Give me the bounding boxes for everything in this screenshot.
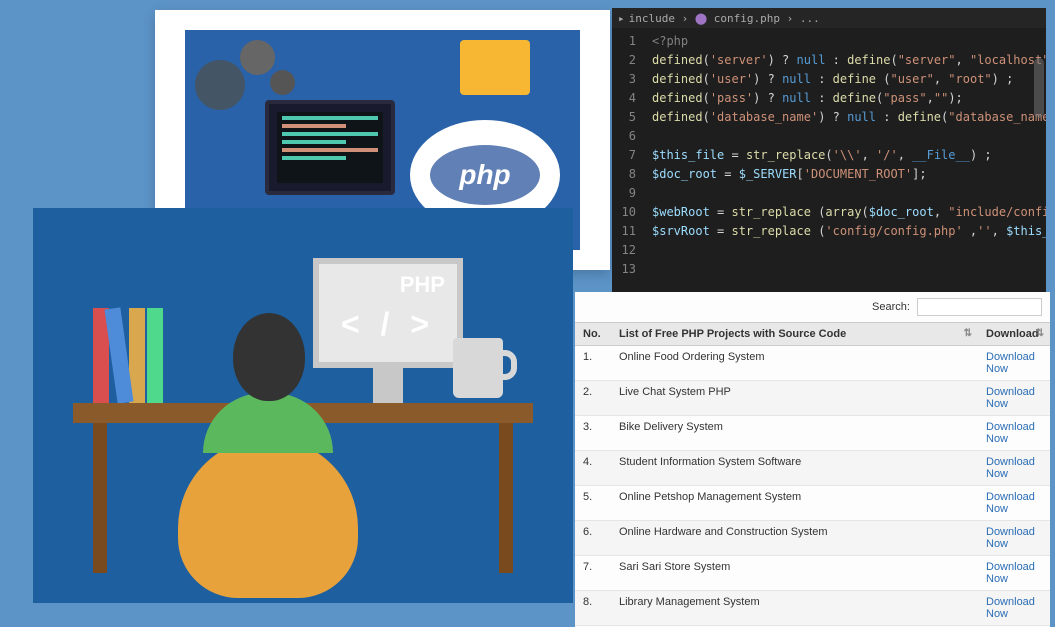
download-link[interactable]: Download Now bbox=[986, 491, 1035, 515]
cell-download: Download Now bbox=[978, 521, 1050, 556]
line-number: 3 bbox=[612, 70, 636, 89]
code-editor[interactable]: ▸ include › ⬤ config.php › ... 123456789… bbox=[612, 8, 1046, 326]
cell-download: Download Now bbox=[978, 346, 1050, 381]
code-line[interactable]: $srvRoot = str_replace ('config/config.p… bbox=[652, 222, 1046, 241]
line-gutter: 12345678910111213 bbox=[612, 28, 644, 326]
monitor-code-symbol: < / > bbox=[319, 306, 457, 343]
code-line[interactable] bbox=[652, 184, 1046, 203]
col-header-no[interactable]: No. bbox=[575, 323, 611, 346]
code-line[interactable] bbox=[652, 241, 1046, 260]
line-number: 11 bbox=[612, 222, 636, 241]
search-label: Search: bbox=[872, 301, 910, 313]
cell-no: 1. bbox=[575, 346, 611, 381]
breadcrumb-folder[interactable]: include bbox=[629, 12, 675, 25]
code-line[interactable]: $webRoot = str_replace (array($doc_root,… bbox=[652, 203, 1046, 222]
monitor-icon: PHP < / > bbox=[313, 258, 463, 368]
cell-title: Sari Sari Store System bbox=[611, 556, 978, 591]
col-header-title[interactable]: List of Free PHP Projects with Source Co… bbox=[611, 323, 978, 346]
download-link[interactable]: Download Now bbox=[986, 351, 1035, 375]
cell-title: Student Information System Software bbox=[611, 451, 978, 486]
code-line[interactable]: <?php bbox=[652, 32, 1046, 51]
cell-title: Live Chat System PHP bbox=[611, 381, 978, 416]
folder-icon bbox=[460, 40, 530, 95]
monitor-title: PHP bbox=[319, 264, 457, 306]
cell-download: Download Now bbox=[978, 591, 1050, 626]
cell-title: Online Petshop Management System bbox=[611, 486, 978, 521]
editor-scrollbar[interactable] bbox=[1034, 58, 1044, 118]
breadcrumb-file[interactable]: config.php bbox=[714, 12, 780, 25]
line-number: 10 bbox=[612, 203, 636, 222]
cell-download: Download Now bbox=[978, 556, 1050, 591]
php-file-icon: ⬤ bbox=[695, 12, 707, 25]
cell-download: Download Now bbox=[978, 416, 1050, 451]
col-header-download[interactable]: Download bbox=[978, 323, 1050, 346]
cell-title: Library Management System bbox=[611, 591, 978, 626]
mug-icon bbox=[453, 338, 503, 398]
cell-no: 7. bbox=[575, 556, 611, 591]
cell-download: Download Now bbox=[978, 486, 1050, 521]
cell-no: 2. bbox=[575, 381, 611, 416]
breadcrumb-more[interactable]: ... bbox=[800, 12, 820, 25]
cell-no: 6. bbox=[575, 521, 611, 556]
books-icon bbox=[93, 308, 165, 408]
table-row: 4.Student Information System Software Dow… bbox=[575, 451, 1050, 486]
code-line[interactable] bbox=[652, 260, 1046, 279]
code-line[interactable] bbox=[652, 127, 1046, 146]
cell-download: Download Now bbox=[978, 381, 1050, 416]
line-number: 7 bbox=[612, 146, 636, 165]
folder-small-icon: ▸ bbox=[618, 12, 625, 25]
table-row: 1.Online Food Ordering System Download No… bbox=[575, 346, 1050, 381]
line-number: 1 bbox=[612, 32, 636, 51]
code-line[interactable]: defined('user') ? null : define ("user",… bbox=[652, 70, 1046, 89]
code-line[interactable]: defined('database_name') ? null : define… bbox=[652, 108, 1046, 127]
laptop-icon bbox=[265, 100, 395, 195]
code-line[interactable]: $doc_root = $_SERVER['DOCUMENT_ROOT']; bbox=[652, 165, 1046, 184]
cell-title: Online Hardware and Construction System bbox=[611, 521, 978, 556]
cell-title: Bike Delivery System bbox=[611, 416, 978, 451]
line-number: 5 bbox=[612, 108, 636, 127]
developer-illustration: PHP < / > bbox=[33, 208, 573, 603]
download-link[interactable]: Download Now bbox=[986, 596, 1035, 620]
line-number: 13 bbox=[612, 260, 636, 279]
download-link[interactable]: Download Now bbox=[986, 386, 1035, 410]
download-link[interactable]: Download Now bbox=[986, 561, 1035, 585]
download-link[interactable]: Download Now bbox=[986, 526, 1035, 550]
line-number: 8 bbox=[612, 165, 636, 184]
projects-table: No. List of Free PHP Projects with Sourc… bbox=[575, 322, 1050, 626]
cell-no: 8. bbox=[575, 591, 611, 626]
table-row: 6.Online Hardware and Construction Syste… bbox=[575, 521, 1050, 556]
code-content[interactable]: <?phpdefined('server') ? null : define("… bbox=[644, 28, 1046, 326]
line-number: 2 bbox=[612, 51, 636, 70]
cell-download: Download Now bbox=[978, 451, 1050, 486]
line-number: 12 bbox=[612, 241, 636, 260]
code-line[interactable]: $this_file = str_replace('\\', '/', __Fi… bbox=[652, 146, 1046, 165]
download-link[interactable]: Download Now bbox=[986, 421, 1035, 445]
table-row: 2.Live Chat System PHP Download Now bbox=[575, 381, 1050, 416]
projects-table-panel: Search: No. List of Free PHP Projects wi… bbox=[575, 292, 1050, 627]
cell-no: 5. bbox=[575, 486, 611, 521]
table-row: 8.Library Management System Download Now bbox=[575, 591, 1050, 626]
cell-title: Online Food Ordering System bbox=[611, 346, 978, 381]
code-line[interactable]: defined('pass') ? null : define("pass","… bbox=[652, 89, 1046, 108]
cell-no: 3. bbox=[575, 416, 611, 451]
table-row: 7.Sari Sari Store System Download Now bbox=[575, 556, 1050, 591]
line-number: 4 bbox=[612, 89, 636, 108]
person-icon bbox=[178, 438, 358, 598]
code-line[interactable]: defined('server') ? null : define("serve… bbox=[652, 51, 1046, 70]
table-row: 3.Bike Delivery System Download Now bbox=[575, 416, 1050, 451]
cell-no: 4. bbox=[575, 451, 611, 486]
line-number: 6 bbox=[612, 127, 636, 146]
editor-breadcrumb[interactable]: ▸ include › ⬤ config.php › ... bbox=[612, 8, 1046, 28]
table-row: 5.Online Petshop Management System Downlo… bbox=[575, 486, 1050, 521]
search-input[interactable] bbox=[917, 298, 1042, 316]
line-number: 9 bbox=[612, 184, 636, 203]
download-link[interactable]: Download Now bbox=[986, 456, 1035, 480]
